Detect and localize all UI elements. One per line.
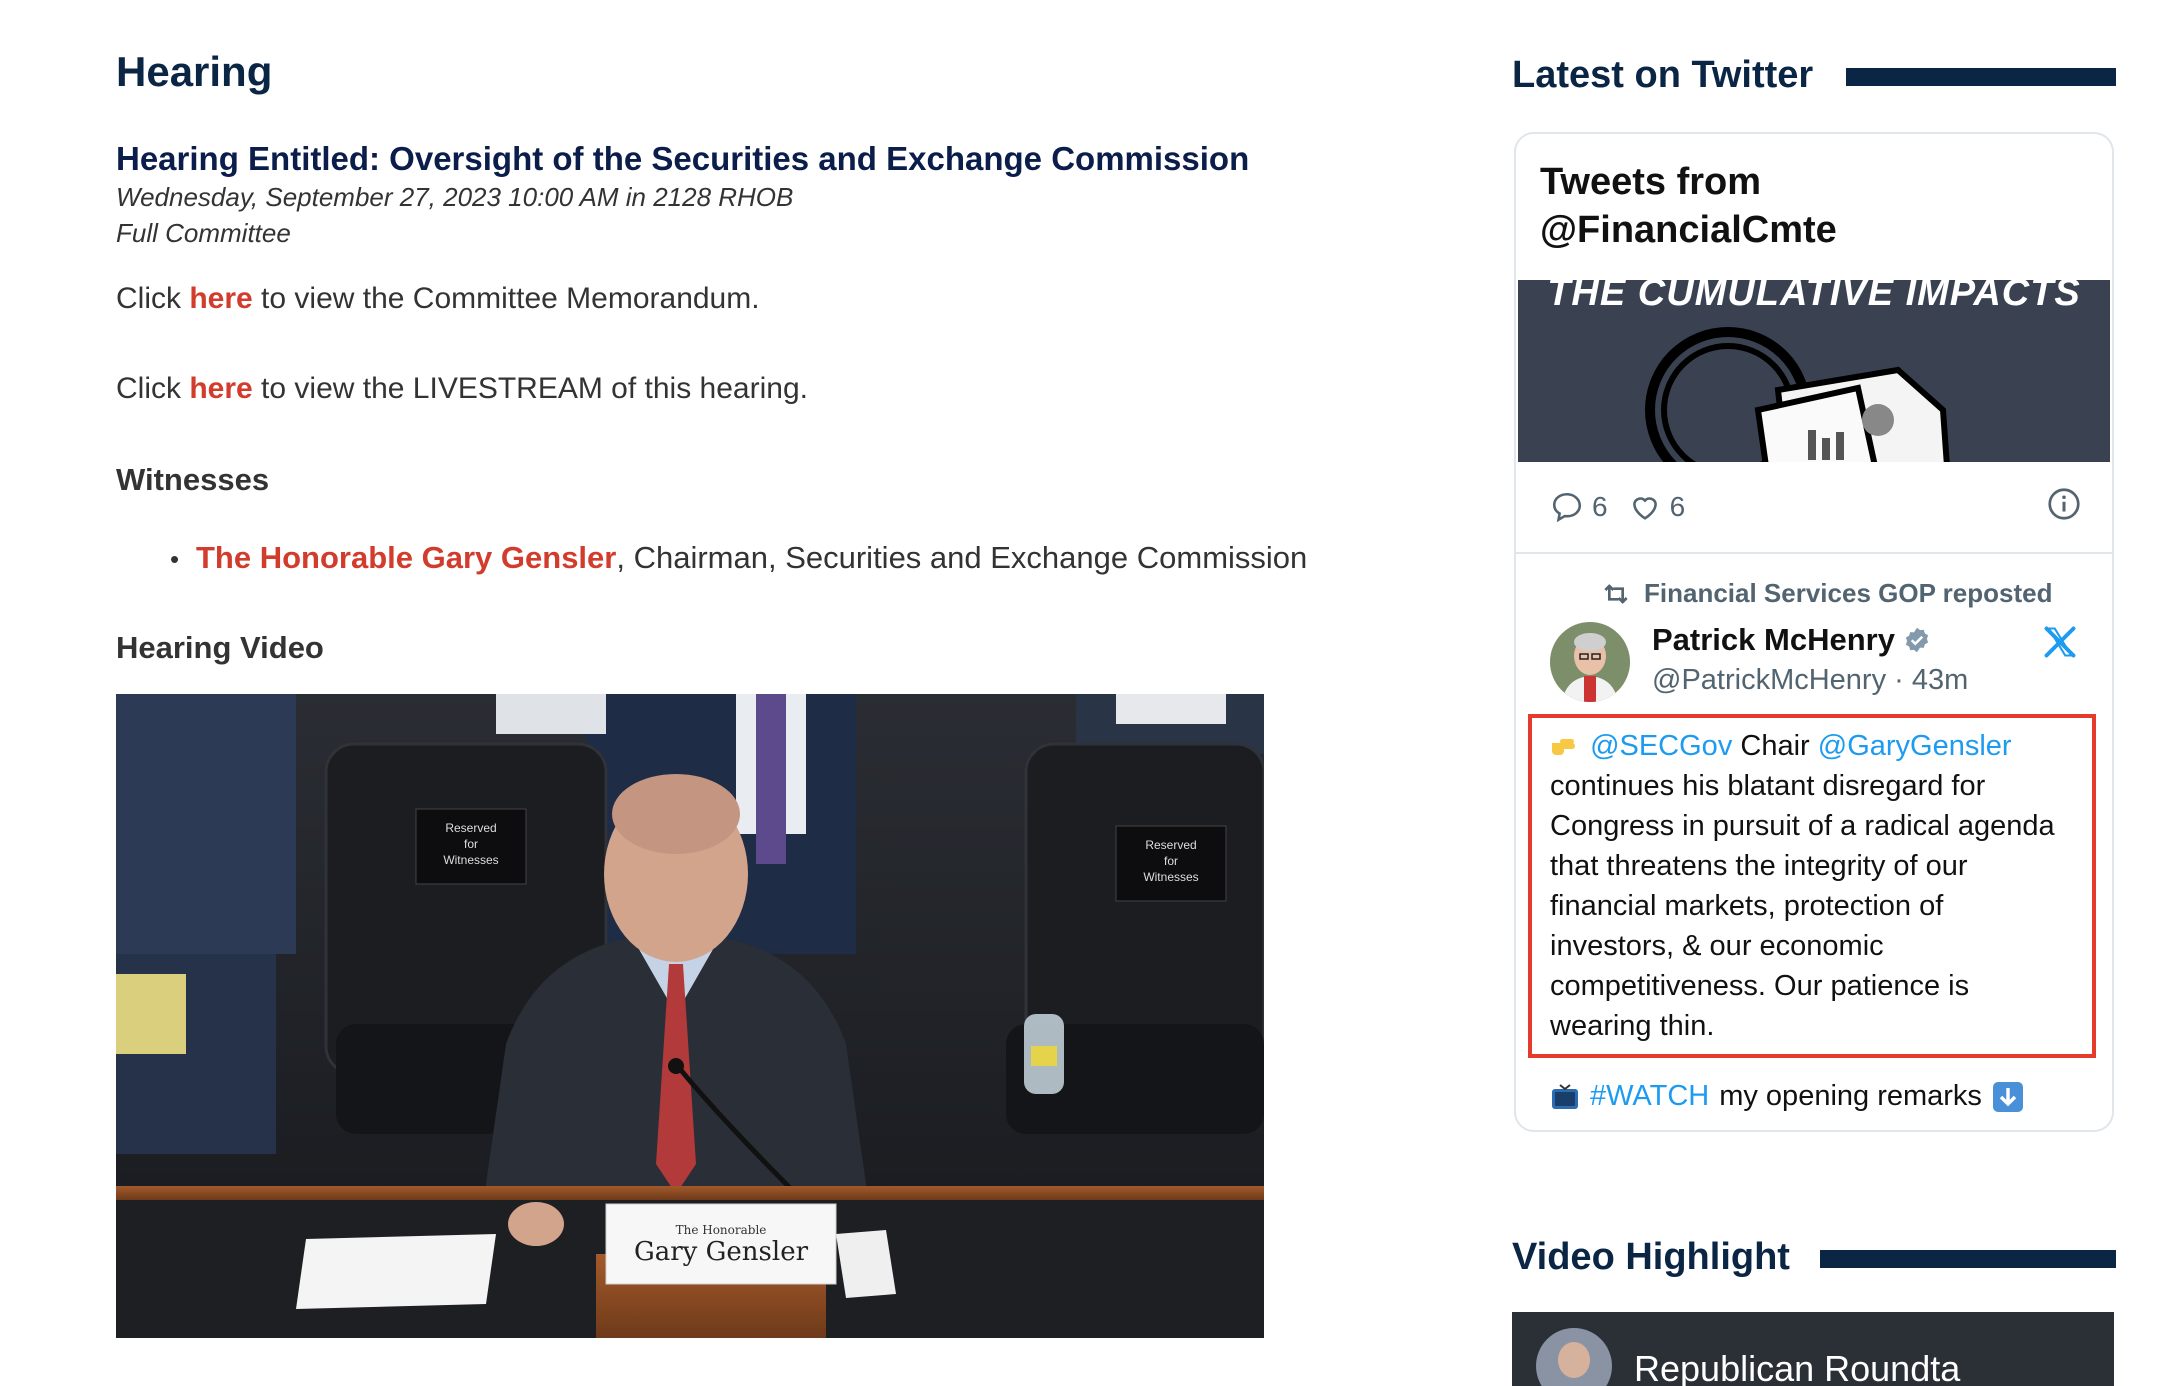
avatar[interactable] [1550,622,1630,702]
twitter-embed[interactable]: Tweets from @FinancialCmte THE CUMULATIV… [1514,132,2114,1132]
nameplate-name: Gary Gensler [634,1237,809,1267]
heading-rule [1820,1250,2116,1268]
hearing-video-frame: Reserved for Witnesses Reserved for Witn… [116,694,1264,1338]
hashtag-watch[interactable]: #WATCH [1590,1080,1709,1113]
witness-link[interactable]: The Honorable Gary Gensler [196,540,616,575]
witness-list: • The Honorable Gary Gensler, Chairman, S… [170,540,1307,576]
heading-rule [1846,68,2116,86]
bullet-icon: • [170,544,180,574]
video-highlight-thumbnail[interactable]: Republican Roundta [1512,1312,2114,1386]
tweet-actions: 6 6 [1550,490,1697,524]
like-count: 6 [1669,491,1686,522]
livestream-prefix: Click [116,372,181,405]
tweet-text-body: continues his blatant disregard for Cong… [1550,770,2055,1042]
channel-avatar [1536,1328,1612,1386]
placard-right-line-3: Witnesses [1143,870,1198,884]
tweets-from-header[interactable]: Tweets from @FinancialCmte [1540,158,1837,254]
down-arrow-icon [1992,1081,2023,1112]
mention-secgov[interactable]: @SECGov [1590,730,1732,762]
tweet-watch-line: #WATCH my opening remarks [1550,1080,2024,1113]
witness-item: • The Honorable Gary Gensler, Chairman, S… [170,540,1307,576]
livestream-link[interactable]: here [189,372,252,405]
tweets-from-label: Tweets from [1540,161,1762,203]
reply-count: 6 [1592,491,1608,522]
repost-icon [1604,583,1628,604]
placard-left-line-2: for [464,837,478,851]
watch-text: my opening remarks [1719,1080,1982,1112]
placard-left-line-1: Reserved [445,821,496,835]
memo-paragraph: Click here to view the Committee Memoran… [116,282,760,316]
video-highlight-heading: Video Highlight [1512,1236,1790,1278]
livestream-suffix: to view the LIVESTREAM of this hearing. [252,372,808,405]
hearing-video-player[interactable]: Reserved for Witnesses Reserved for Witn… [116,694,1264,1338]
nameplate-small: The Honorable [676,1223,767,1237]
latest-twitter-heading: Latest on Twitter [1512,54,1814,96]
author-name[interactable]: Patrick McHenry [1652,622,1895,658]
author-name-row[interactable]: Patrick McHenry [1652,622,1931,658]
memo-prefix: Click [116,282,181,315]
verified-icon [1905,627,1929,653]
placard-right-line-1: Reserved [1145,838,1196,852]
video-highlight-title: Republican Roundta [1634,1348,1961,1386]
placard-right-line-2: for [1164,854,1178,868]
heart-icon[interactable] [1628,490,1662,524]
info-icon[interactable] [2046,486,2082,527]
x-logo-icon[interactable] [2042,624,2078,665]
tweet-text-highlight: @SECGov Chair @GaryGensler continues his… [1528,714,2096,1058]
tweet-separator [1516,552,2112,554]
hearing-title: Hearing Entitled: Oversight of the Secur… [116,140,1250,177]
witnesses-heading: Witnesses [116,462,270,497]
page-title: Hearing [116,48,273,95]
reply-icon[interactable] [1550,490,1584,524]
author-handle-row[interactable]: @PatrickMcHenry · 43m [1652,664,1968,697]
placard-left-line-3: Witnesses [443,853,498,867]
tweet-media[interactable]: THE CUMULATIVE IMPACTS [1518,280,2110,462]
tv-icon [1552,1083,1578,1109]
hearing-committee: Full Committee [116,218,291,248]
magnifier-graphic-icon [1645,327,1950,462]
tweet-text-chair: Chair [1732,730,1818,762]
hearing-date: Wednesday, September 27, 2023 10:00 AM i… [116,182,794,212]
memo-suffix: to view the Committee Memorandum. [252,282,760,315]
repost-line: Financial Services GOP reposted [1600,578,2052,609]
author-handle[interactable]: @PatrickMcHenry [1652,664,1886,696]
witness-role: , Chairman, Securities and Exchange Comm… [616,540,1308,575]
tweets-from-handle[interactable]: @FinancialCmte [1540,206,1837,254]
memo-link[interactable]: here [189,282,252,315]
tweet-time[interactable]: · 43m [1886,664,1968,696]
repost-label: Financial Services GOP reposted [1644,578,2053,608]
mention-garygensler[interactable]: @GaryGensler [1818,730,2012,762]
point-right-icon [1552,739,1575,755]
hearing-video-heading: Hearing Video [116,630,324,665]
livestream-paragraph: Click here to view the LIVESTREAM of thi… [116,372,808,406]
